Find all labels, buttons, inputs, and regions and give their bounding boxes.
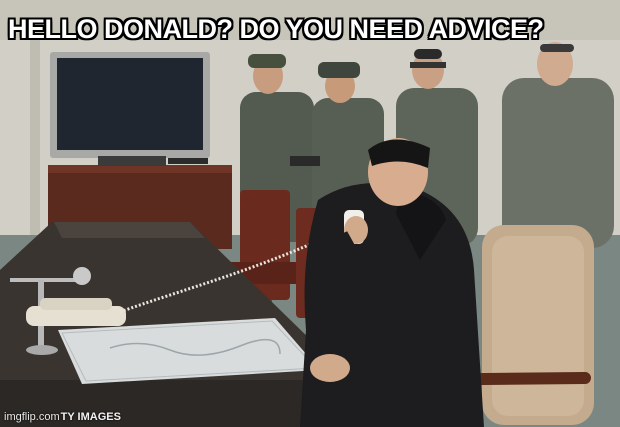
watermark-site: imgflip.com — [4, 411, 60, 423]
wall-panel — [30, 40, 40, 240]
meme-caption: HELLO DONALD? DO YOU NEED ADVICE? — [8, 14, 544, 44]
watermark: imgflip.comTY IMAGES — [4, 411, 121, 423]
watermark-stock: TY IMAGES — [60, 411, 121, 423]
photo-scene — [0, 0, 620, 427]
meme-image: HELLO DONALD? DO YOU NEED ADVICE? imgfli… — [0, 0, 620, 427]
telephone-base — [26, 298, 126, 326]
tv-screen — [57, 58, 203, 150]
